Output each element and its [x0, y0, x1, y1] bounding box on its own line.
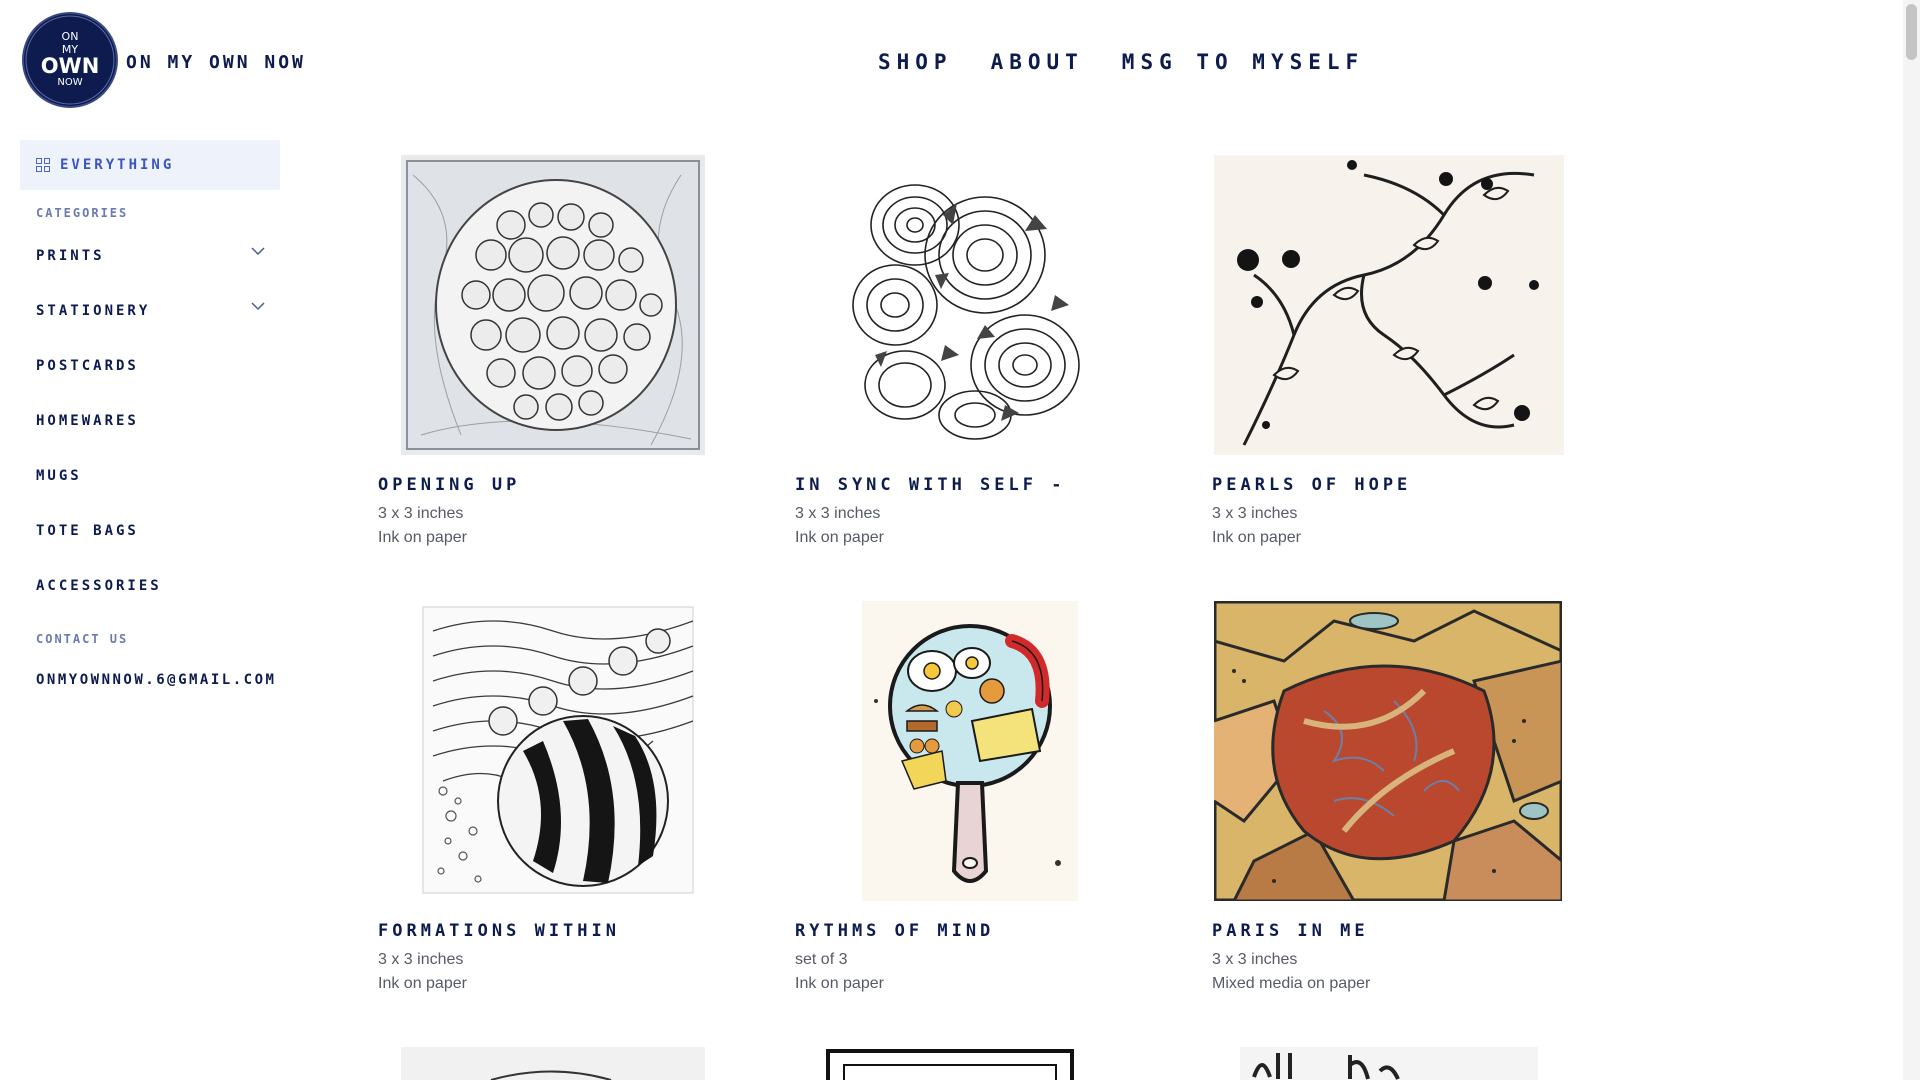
chevron-down-icon[interactable] — [250, 301, 266, 311]
product-size: set of 3 — [795, 951, 848, 968]
product-title[interactable]: PEARLS OF HOPE — [1212, 475, 1411, 495]
sidebar-item-accessories[interactable]: ACCESSORIES — [20, 578, 280, 633]
sidebar-item-postcards[interactable]: POSTCARDS — [20, 358, 280, 413]
logo-text-3: OWN — [41, 54, 100, 78]
product-size: 3 x 3 inches — [378, 505, 464, 522]
sidebar-item-label: HOMEWARES — [36, 413, 139, 429]
page-scrollbar[interactable] — [1903, 0, 1920, 1080]
sidebar-item-tote-bags[interactable]: TOTE BAGS — [20, 523, 280, 578]
product-medium: Ink on paper — [378, 529, 467, 546]
grid-icon — [36, 158, 50, 172]
sidebar-item-label: EVERYTHING — [60, 157, 175, 173]
product-title[interactable]: FORMATIONS WITHIN — [378, 921, 620, 941]
chevron-down-icon[interactable] — [250, 246, 266, 256]
product-size: 3 x 3 inches — [795, 505, 881, 522]
sidebar-item-label: MUGS — [36, 468, 82, 484]
product-card[interactable] — [1212, 1047, 1572, 1080]
sidebar-item-label: TOTE BAGS — [36, 523, 139, 539]
sidebar-item-label: STATIONERY — [36, 303, 151, 319]
logo-text-1: ON — [62, 30, 79, 43]
nav-about-link[interactable]: ABOUT — [991, 50, 1084, 74]
sidebar-item-stationery[interactable]: STATIONERY — [20, 301, 280, 358]
product-title[interactable]: RYTHMS OF MIND — [795, 921, 994, 941]
top-navigation: SHOP ABOUT MSG TO MYSELF — [878, 50, 1364, 74]
product-title[interactable]: OPENING UP — [378, 475, 520, 495]
product-size: 3 x 3 inches — [1212, 951, 1298, 968]
sidebar-item-prints[interactable]: PRINTS — [20, 246, 280, 303]
product-card[interactable] — [795, 1047, 1155, 1080]
sidebar-item-homewares[interactable]: HOMEWARES — [20, 413, 280, 468]
nav-shop-link[interactable]: SHOP — [878, 50, 953, 74]
sidebar-item-label: PRINTS — [36, 248, 105, 264]
contact-email-link[interactable]: onmyownnow.6@gmail.com — [20, 672, 276, 688]
categories-heading: CATEGORIES — [36, 206, 129, 220]
sidebar-item-everything[interactable]: EVERYTHING — [20, 140, 280, 190]
product-medium: Ink on paper — [795, 529, 884, 546]
logo-text-4: NOW — [57, 77, 82, 88]
product-image-swirls[interactable] — [795, 155, 1155, 456]
scrollbar-thumb[interactable] — [1906, 4, 1917, 60]
category-list: PRINTS STATIONERY POSTCARDS HOMEWARES MU… — [20, 246, 280, 633]
contact-heading: CONTACT US — [36, 632, 129, 646]
product-medium: Ink on paper — [378, 975, 467, 992]
brand-logo[interactable]: ON MY OWN NOW — [20, 10, 120, 110]
product-size: 3 x 3 inches — [378, 951, 464, 968]
product-medium: Ink on paper — [1212, 529, 1301, 546]
sidebar: EVERYTHING CATEGORIES PRINTS STATIONERY … — [20, 140, 290, 688]
product-image-vines[interactable] — [1212, 155, 1572, 456]
product-title[interactable]: IN SYNC WITH SELF - — [795, 475, 1065, 495]
product-image-breakfast[interactable] — [795, 601, 1155, 902]
sidebar-item-label: ACCESSORIES — [36, 578, 162, 594]
product-medium: Mixed media on paper — [1212, 975, 1371, 992]
product-image-sphere[interactable] — [378, 601, 738, 902]
product-card[interactable] — [378, 1047, 738, 1080]
product-image-mosaic[interactable] — [1212, 601, 1572, 902]
product-image-circles[interactable] — [378, 155, 738, 456]
sidebar-item-label: POSTCARDS — [36, 358, 139, 374]
product-size: 3 x 3 inches — [1212, 505, 1298, 522]
nav-msg-to-myself-link[interactable]: MSG TO MYSELF — [1122, 50, 1364, 74]
product-title[interactable]: PARIS IN ME — [1212, 921, 1369, 941]
brand-name[interactable]: on my own now — [126, 52, 306, 73]
product-medium: Ink on paper — [795, 975, 884, 992]
sidebar-item-mugs[interactable]: MUGS — [20, 468, 280, 523]
